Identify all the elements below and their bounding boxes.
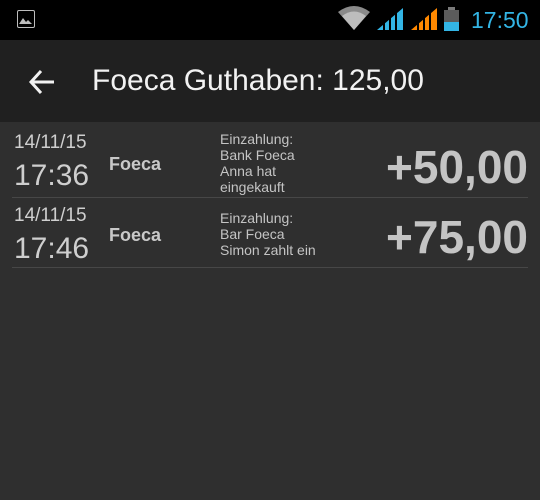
- description-line: Anna hat: [220, 163, 277, 179]
- transaction-description: Einzahlung: Bar Foeca Simon zahlt ein: [220, 210, 335, 258]
- description-line: eingekauft: [220, 179, 285, 195]
- transaction-time: 17:36: [14, 159, 90, 192]
- transaction-row[interactable]: 14/11/15 17:46 Foeca Einzahlung: Bar Foe…: [0, 198, 540, 268]
- status-time: 17:50: [471, 7, 529, 33]
- description-line: Einzahlung:: [220, 210, 294, 226]
- arrow-left-icon[interactable]: [28, 68, 56, 96]
- transaction-description: Einzahlung: Bank Foeca Anna hat eingekau…: [220, 131, 335, 195]
- description-line: Bar Foeca: [220, 226, 285, 242]
- row-divider: [12, 267, 528, 268]
- description-line: Simon zahlt ein: [220, 242, 316, 258]
- transaction-amount: +50,00: [386, 141, 528, 193]
- transaction-amount: +75,00: [386, 211, 528, 263]
- wifi-icon: [338, 6, 370, 30]
- image-notification-icon: [17, 10, 35, 28]
- battery-icon: [444, 7, 459, 31]
- signal-icon: [377, 8, 403, 30]
- transaction-row[interactable]: 14/11/15 17:36 Foeca Einzahlung: Bank Fo…: [0, 122, 540, 198]
- transaction-date: 14/11/15: [14, 205, 87, 226]
- transaction-account: Foeca: [109, 154, 162, 174]
- description-line: Bank Foeca: [220, 147, 295, 163]
- status-bar: 17:50: [0, 0, 540, 40]
- action-bar: Foeca Guthaben: 125,00: [0, 40, 540, 122]
- description-line: Einzahlung:: [220, 131, 294, 147]
- transaction-time: 17:46: [14, 232, 90, 265]
- transaction-account: Foeca: [109, 225, 162, 245]
- transaction-date: 14/11/15: [14, 132, 87, 153]
- page-title: Foeca Guthaben: 125,00: [92, 64, 424, 97]
- signal-icon: [411, 8, 437, 30]
